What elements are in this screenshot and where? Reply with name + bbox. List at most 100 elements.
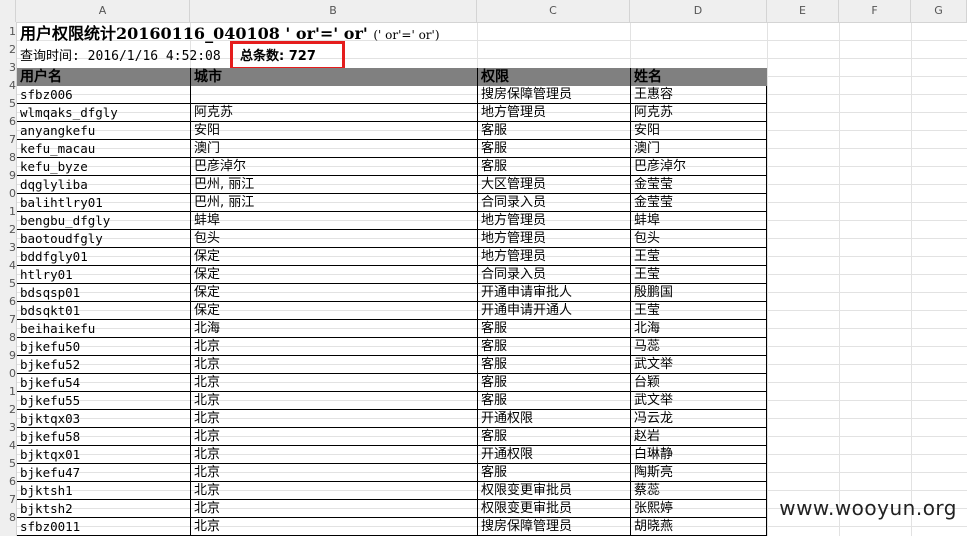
cell-username[interactable]: dqglyliba xyxy=(17,176,190,194)
cell-permission[interactable]: 客服 xyxy=(478,140,630,158)
cell-city[interactable]: 保定 xyxy=(191,284,477,302)
cell-name[interactable]: 金莹莹 xyxy=(631,176,767,194)
cell-city[interactable]: 北京 xyxy=(191,392,477,410)
row-number[interactable]: 1 xyxy=(0,383,16,401)
cell-city[interactable] xyxy=(191,86,477,104)
cell-name[interactable]: 澳门 xyxy=(631,140,767,158)
column-header-a[interactable]: A xyxy=(16,0,190,22)
cell-username[interactable]: kefu_macau xyxy=(17,140,190,158)
cell-username[interactable]: bjkefu58 xyxy=(17,428,190,446)
row-number[interactable]: 4 xyxy=(0,257,16,275)
cell-city[interactable]: 蚌埠 xyxy=(191,212,477,230)
cell-permission[interactable]: 开通权限 xyxy=(478,446,630,464)
cell-permission[interactable]: 客服 xyxy=(478,320,630,338)
row-number[interactable]: 1 xyxy=(0,23,16,41)
cell-city[interactable]: 北京 xyxy=(191,500,477,518)
column-header-e[interactable]: E xyxy=(767,0,839,22)
cell-name[interactable]: 武文举 xyxy=(631,356,767,374)
row-number[interactable]: 5 xyxy=(0,455,16,473)
cell-name[interactable]: 蚌埠 xyxy=(631,212,767,230)
cell-city[interactable]: 北京 xyxy=(191,356,477,374)
row-number[interactable]: 2 xyxy=(0,41,16,59)
cell-city[interactable]: 北京 xyxy=(191,374,477,392)
cell-username[interactable]: sfbz0011 xyxy=(17,518,190,536)
column-header-c[interactable]: C xyxy=(477,0,630,22)
cell-permission[interactable]: 权限变更审批员 xyxy=(478,500,630,518)
header-username[interactable]: 用户名 xyxy=(17,68,190,86)
cell-permission[interactable]: 客服 xyxy=(478,338,630,356)
cell-permission[interactable]: 客服 xyxy=(478,392,630,410)
row-number[interactable]: 3 xyxy=(0,59,16,77)
row-number[interactable]: 8 xyxy=(0,329,16,347)
cell-username[interactable]: bjkefu50 xyxy=(17,338,190,356)
cell-city[interactable]: 北京 xyxy=(191,446,477,464)
cell-username[interactable]: bjktsh1 xyxy=(17,482,190,500)
cell-username[interactable]: bddfgly01 xyxy=(17,248,190,266)
row-number[interactable]: 8 xyxy=(0,509,16,527)
cell-name[interactable]: 王莹 xyxy=(631,302,767,320)
cell-permission[interactable]: 客服 xyxy=(478,464,630,482)
cell-name[interactable]: 蔡蕊 xyxy=(631,482,767,500)
cell-city[interactable]: 北京 xyxy=(191,518,477,536)
cell-username[interactable]: bdsqkt01 xyxy=(17,302,190,320)
cell-permission[interactable]: 合同录入员 xyxy=(478,266,630,284)
row-number[interactable]: 6 xyxy=(0,293,16,311)
cell-permission[interactable]: 开通申请开通人 xyxy=(478,302,630,320)
row-number[interactable]: 3 xyxy=(0,239,16,257)
row-number[interactable]: 2 xyxy=(0,221,16,239)
cell-username[interactable]: balihtlry01 xyxy=(17,194,190,212)
cell-permission[interactable]: 权限变更审批员 xyxy=(478,482,630,500)
cell-permission[interactable]: 地方管理员 xyxy=(478,248,630,266)
cell-name[interactable]: 冯云龙 xyxy=(631,410,767,428)
cell-name[interactable]: 陶斯亮 xyxy=(631,464,767,482)
cell-username[interactable]: anyangkefu xyxy=(17,122,190,140)
cell-username[interactable]: bjkefu54 xyxy=(17,374,190,392)
column-header-b[interactable]: B xyxy=(190,0,477,22)
cell-permission[interactable]: 客服 xyxy=(478,158,630,176)
row-number[interactable]: 8 xyxy=(0,149,16,167)
cell-city[interactable]: 包头 xyxy=(191,230,477,248)
cell-name[interactable]: 白琳静 xyxy=(631,446,767,464)
cell-name[interactable]: 马蕊 xyxy=(631,338,767,356)
cell-permission[interactable]: 开通申请审批人 xyxy=(478,284,630,302)
cell-username[interactable]: baotoudfgly xyxy=(17,230,190,248)
cell-username[interactable]: bjkefu55 xyxy=(17,392,190,410)
column-header-f[interactable]: F xyxy=(839,0,911,22)
cell-username[interactable]: bjkefu52 xyxy=(17,356,190,374)
cell-name[interactable]: 北海 xyxy=(631,320,767,338)
cell-permission[interactable]: 客服 xyxy=(478,356,630,374)
cell-permission[interactable]: 客服 xyxy=(478,374,630,392)
cell-username[interactable]: bengbu_dfgly xyxy=(17,212,190,230)
cell-city[interactable]: 北京 xyxy=(191,482,477,500)
cell-name[interactable]: 巴彦淖尔 xyxy=(631,158,767,176)
row-number[interactable]: 4 xyxy=(0,437,16,455)
cell-city[interactable]: 北京 xyxy=(191,428,477,446)
header-city[interactable]: 城市 xyxy=(191,68,477,86)
cell-city[interactable]: 巴州, 丽江 xyxy=(191,176,477,194)
cell-city[interactable]: 阿克苏 xyxy=(191,104,477,122)
cell-username[interactable]: wlmqaks_dfgly xyxy=(17,104,190,122)
row-number[interactable]: 5 xyxy=(0,95,16,113)
cell-permission[interactable]: 开通权限 xyxy=(478,410,630,428)
header-name[interactable]: 姓名 xyxy=(631,68,767,86)
cell-city[interactable]: 巴州, 丽江 xyxy=(191,194,477,212)
cell-city[interactable]: 巴彦淖尔 xyxy=(191,158,477,176)
cell-permission[interactable]: 搜房保障管理员 xyxy=(478,86,630,104)
row-number[interactable]: 6 xyxy=(0,113,16,131)
cell-username[interactable]: htlry01 xyxy=(17,266,190,284)
cell-permission[interactable]: 合同录入员 xyxy=(478,194,630,212)
cell-username[interactable]: bjktqx03 xyxy=(17,410,190,428)
cell-name[interactable]: 王莹 xyxy=(631,248,767,266)
cell-permission[interactable]: 地方管理员 xyxy=(478,212,630,230)
row-number[interactable]: 1 xyxy=(0,203,16,221)
row-number[interactable]: 9 xyxy=(0,167,16,185)
cell-username[interactable]: kefu_byze xyxy=(17,158,190,176)
row-number[interactable]: 0 xyxy=(0,365,16,383)
cell-name[interactable]: 张熙婷 xyxy=(631,500,767,518)
cell-name[interactable]: 殷鹏国 xyxy=(631,284,767,302)
cell-city[interactable]: 北京 xyxy=(191,338,477,356)
row-number[interactable]: 6 xyxy=(0,473,16,491)
cell-name[interactable]: 武文举 xyxy=(631,392,767,410)
cell-permission[interactable]: 搜房保障管理员 xyxy=(478,518,630,536)
cell-city[interactable]: 北海 xyxy=(191,320,477,338)
